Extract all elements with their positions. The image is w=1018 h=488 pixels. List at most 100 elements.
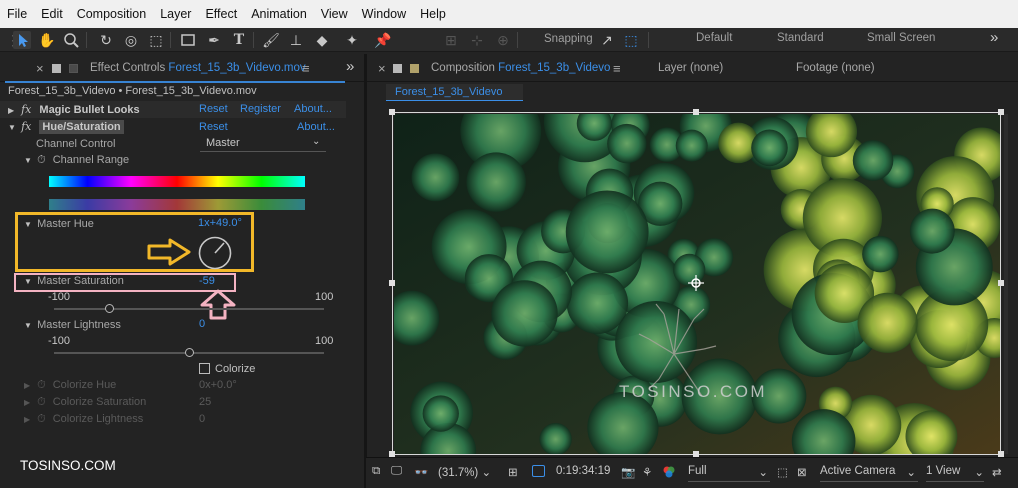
view-axis-icon[interactable]: ⊕ — [494, 31, 512, 49]
expand-arrow-icon[interactable]: ▼ — [24, 277, 34, 286]
collapse-arrow-icon[interactable]: ▶ — [24, 398, 34, 407]
pen-tool-icon[interactable]: ✒ — [205, 31, 223, 49]
region-of-interest-icon[interactable]: ⬚ — [777, 465, 788, 479]
rotate-tool-icon[interactable]: ↻ — [97, 31, 115, 49]
about-link[interactable]: About... — [297, 121, 335, 133]
hand-tool-icon[interactable]: ✋ — [38, 31, 56, 49]
zoom-dropdown[interactable]: (31.7%) ⌄ — [438, 465, 491, 479]
puppet-pin-icon[interactable]: 📌 — [374, 31, 392, 49]
master-lightness-slider-handle[interactable] — [184, 348, 194, 357]
stopwatch-icon[interactable]: ⏱ — [37, 396, 46, 408]
collapse-arrow-icon[interactable]: ▶ — [24, 415, 34, 424]
lock-icon[interactable] — [52, 64, 61, 73]
tab-composition[interactable]: Composition Forest_15_3b_Videvo — [431, 62, 610, 74]
tab-footage[interactable]: Footage (none) — [796, 62, 875, 74]
pan-behind-icon[interactable]: ⬚ — [147, 31, 165, 49]
about-link[interactable]: About... — [294, 103, 332, 115]
effect-row-magic-bullet-looks-header: ▶ fx Magic Bullet Looks — [8, 103, 140, 116]
workspace-small-screen[interactable]: Small Screen — [867, 32, 935, 44]
hue-angle-dial[interactable] — [197, 235, 233, 271]
workspaces-overflow-button[interactable]: » — [990, 29, 998, 46]
colorize-saturation-row: ▶ ⏱ Colorize Saturation — [24, 396, 146, 409]
views-dropdown[interactable]: 1 View ⌄ — [926, 463, 984, 482]
grid-guides-icon[interactable]: ⊞ — [508, 465, 518, 479]
workspace-default[interactable]: Default — [696, 32, 732, 44]
master-saturation-label: Master Saturation — [37, 275, 124, 287]
close-tab-button[interactable]: × — [378, 61, 386, 76]
anchor-point-icon[interactable] — [688, 275, 704, 291]
master-saturation-value[interactable]: -59 — [199, 275, 215, 287]
menu-file[interactable]: File — [0, 7, 34, 21]
zoom-tool-icon[interactable] — [62, 31, 80, 49]
transform-handle[interactable] — [389, 280, 395, 286]
menu-composition[interactable]: Composition — [70, 7, 153, 21]
expand-arrow-icon[interactable]: ▼ — [24, 321, 34, 330]
master-hue-value[interactable]: 1x+49.0° — [198, 217, 242, 229]
transparency-grid-icon[interactable] — [532, 465, 545, 477]
master-lightness-value[interactable]: 0 — [199, 318, 205, 330]
mask-visibility-icon[interactable]: 👓 — [414, 465, 428, 479]
colorize-checkbox[interactable] — [199, 363, 210, 374]
viewer-scrollbar[interactable] — [1004, 114, 1008, 454]
expand-arrow-icon[interactable]: ▼ — [24, 156, 34, 165]
camera-orbit-icon[interactable]: ◎ — [122, 31, 140, 49]
menu-layer[interactable]: Layer — [153, 7, 198, 21]
transform-handle[interactable] — [389, 109, 395, 115]
local-axis-icon[interactable]: ⊞ — [442, 31, 460, 49]
camera-dropdown[interactable]: Active Camera ⌄ — [820, 463, 918, 482]
fx-icon[interactable]: fx — [21, 103, 31, 116]
monitor-icon[interactable]: 🖵 — [391, 465, 402, 478]
close-tab-button[interactable]: × — [36, 61, 44, 76]
transform-handle[interactable] — [693, 109, 699, 115]
workspace-standard[interactable]: Standard — [777, 32, 824, 44]
snapping-edges-icon[interactable]: ↗ — [598, 31, 616, 49]
snapshot-icon[interactable]: 📷 — [621, 465, 635, 479]
effect-row-hue-saturation[interactable]: ▼ fx Hue/Saturation — [8, 120, 124, 134]
eraser-tool-icon[interactable]: ◆ — [313, 31, 331, 49]
world-axis-icon[interactable]: ⊹ — [468, 31, 486, 49]
menu-effect[interactable]: Effect — [198, 7, 244, 21]
always-preview-icon[interactable]: ⧉ — [372, 465, 380, 478]
panel-collapse-icon[interactable]: » — [346, 58, 354, 75]
channel-control-dropdown[interactable]: Master ⌄ — [200, 136, 326, 152]
register-link[interactable]: Register — [240, 103, 281, 115]
menu-animation[interactable]: Animation — [244, 7, 314, 21]
stopwatch-icon[interactable]: ⏱ — [37, 379, 46, 391]
reset-link[interactable]: Reset — [199, 103, 228, 115]
tab-effect-controls[interactable]: Effect Controls Forest_15_3b_Videvo.mov — [90, 62, 306, 74]
menu-view[interactable]: View — [314, 7, 355, 21]
expand-arrow-icon[interactable]: ▼ — [8, 123, 18, 132]
brush-tool-icon[interactable]: 🖌 — [262, 31, 280, 49]
toggle-pixel-aspect-icon[interactable]: ⇄ — [992, 465, 1002, 479]
menu-window[interactable]: Window — [355, 7, 413, 21]
lock-icon[interactable] — [393, 64, 402, 73]
show-snapshot-icon[interactable]: ⚘ — [642, 465, 652, 479]
master-saturation-slider-track[interactable] — [54, 308, 324, 310]
timecode[interactable]: 0:19:34:19 — [556, 465, 610, 477]
master-saturation-slider-handle[interactable] — [104, 304, 114, 313]
color-channels-icon[interactable] — [662, 465, 676, 482]
stopwatch-icon[interactable]: ⏱ — [37, 154, 46, 166]
resolution-dropdown[interactable]: Full ⌄ — [688, 463, 770, 482]
comp-navigator-tab[interactable]: Forest_15_3b_Videvo — [386, 84, 523, 101]
panel-menu-icon[interactable]: ≡ — [302, 61, 310, 76]
active-tab-indicator — [5, 81, 345, 83]
transparency-icon[interactable]: ⊠ — [797, 465, 807, 479]
roto-brush-icon[interactable]: ✦ — [343, 31, 361, 49]
collapse-arrow-icon[interactable]: ▶ — [24, 381, 34, 390]
reset-link[interactable]: Reset — [199, 121, 228, 133]
expand-arrow-icon[interactable]: ▼ — [24, 220, 34, 229]
selection-tool-icon[interactable] — [13, 31, 31, 49]
rectangle-tool-icon[interactable] — [179, 31, 197, 49]
menu-help[interactable]: Help — [413, 7, 453, 21]
stopwatch-icon[interactable]: ⏱ — [37, 413, 46, 425]
type-tool-icon[interactable]: T — [230, 31, 248, 49]
collapse-arrow-icon[interactable]: ▶ — [8, 106, 18, 115]
clone-stamp-icon[interactable]: ⊥ — [287, 31, 305, 49]
menu-edit[interactable]: Edit — [34, 7, 70, 21]
panel-menu-icon[interactable]: ≡ — [613, 61, 621, 76]
tab-layer[interactable]: Layer (none) — [658, 62, 723, 74]
saturation-max-label: 100 — [315, 291, 334, 303]
snapping-features-icon[interactable]: ⬚ — [622, 31, 640, 49]
fx-icon[interactable]: fx — [21, 120, 31, 133]
